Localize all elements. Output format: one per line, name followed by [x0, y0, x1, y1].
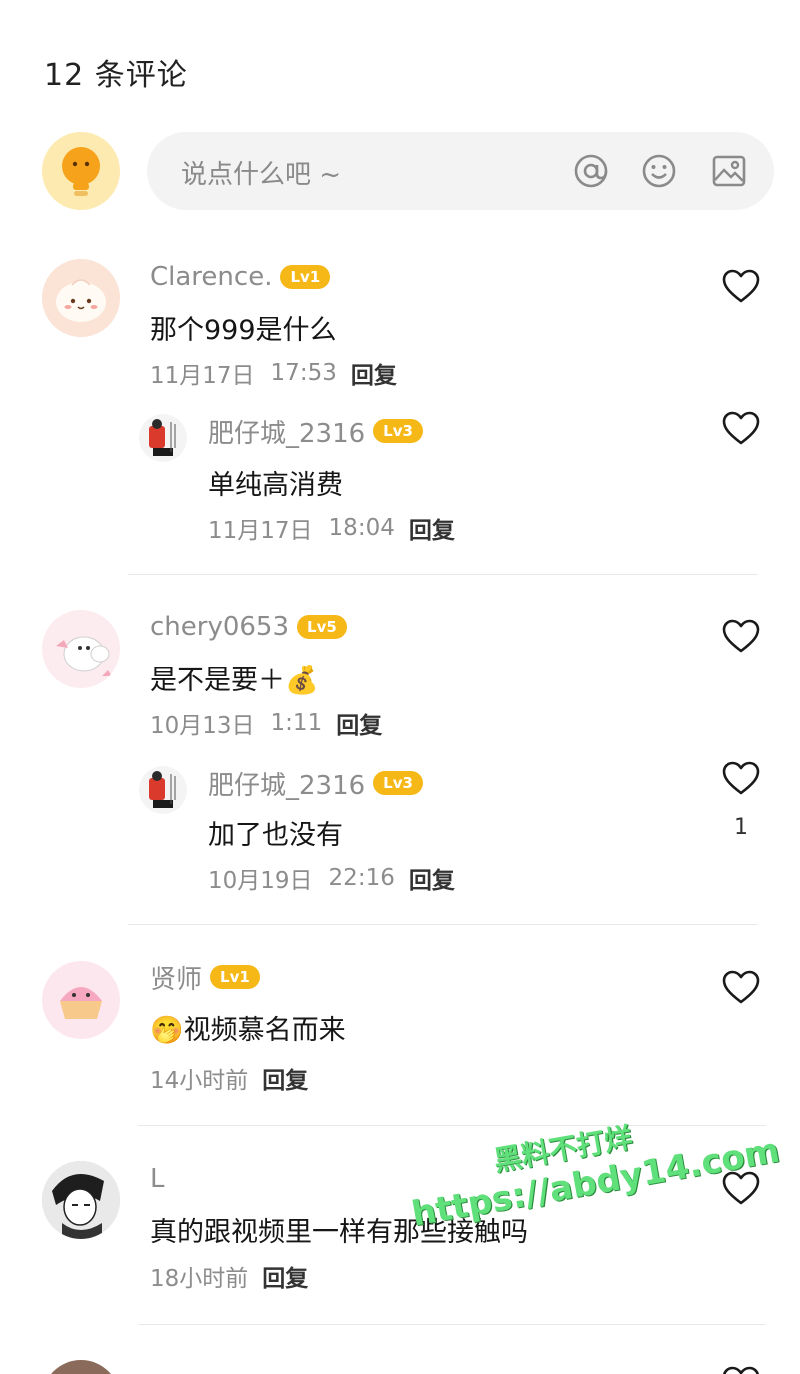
level-badge: Lv3 [373, 771, 423, 795]
comment-input[interactable]: 说点什么吧 ~ [147, 132, 774, 210]
username[interactable]: 贤师 [150, 959, 202, 996]
level-badge: Lv3 [373, 419, 423, 443]
manga-avatar-icon [42, 1161, 120, 1239]
cupcake-avatar-icon [60, 987, 102, 1019]
avatar[interactable] [42, 1360, 120, 1374]
divider [138, 1125, 766, 1126]
comment-time: 17:53 [270, 360, 337, 386]
reply-avatar[interactable] [139, 766, 187, 814]
heart-icon[interactable] [721, 759, 761, 799]
comment-text: 那个999是什么 [150, 315, 337, 346]
comment-time: 1:11 [270, 710, 323, 736]
reply-button[interactable]: 回复 [262, 1259, 308, 1293]
moomin-avatar-icon [56, 636, 112, 676]
avatar[interactable] [42, 961, 120, 1039]
level-badge: Lv5 [297, 615, 347, 639]
red-figure-avatar-icon [139, 414, 187, 462]
emoji-icon[interactable] [639, 151, 679, 191]
comment-date: 18小时前 [150, 1266, 249, 1292]
reply-button[interactable]: 回复 [409, 861, 455, 895]
reply-date: 10月19日 [208, 868, 313, 894]
username[interactable]: 肥仔城_2316 [208, 765, 365, 802]
divider [138, 1324, 766, 1325]
username[interactable]: Clarence. [150, 262, 272, 292]
comment-text: 真的跟视频里一样有那些接触吗 [150, 1217, 528, 1248]
heart-icon[interactable] [721, 617, 761, 657]
steamed-bun-avatar-icon [56, 279, 106, 322]
reply-date: 11月17日 [208, 518, 313, 544]
reply-time: 22:16 [328, 865, 395, 891]
heart-icon[interactable] [721, 1364, 761, 1374]
bulb-avatar-icon [62, 147, 100, 196]
heart-icon[interactable] [721, 409, 761, 449]
reply-button[interactable]: 回复 [336, 706, 382, 740]
image-icon[interactable] [709, 151, 749, 191]
self-avatar[interactable] [42, 132, 120, 210]
reply-button[interactable]: 回复 [351, 356, 397, 390]
heart-icon[interactable] [721, 968, 761, 1008]
divider [128, 924, 758, 925]
level-badge: Lv1 [280, 265, 331, 289]
comment-composer: 说点什么吧 ~ [42, 132, 774, 210]
reply-button[interactable]: 回复 [262, 1061, 308, 1095]
comment-date: 11月17日 [150, 363, 255, 389]
like-count: 1 [734, 815, 748, 840]
avatar[interactable] [42, 259, 120, 337]
comment-text: 是不是要＋💰 [150, 665, 319, 696]
reply-time: 18:04 [328, 515, 395, 541]
avatar[interactable] [42, 1161, 120, 1239]
reply-avatar[interactable] [139, 414, 187, 462]
username[interactable]: L [150, 1164, 165, 1194]
heart-icon[interactable] [721, 267, 761, 307]
level-badge: Lv1 [210, 965, 260, 989]
username[interactable]: 肥仔城_2316 [208, 413, 365, 450]
divider [128, 574, 758, 575]
comment-date: 10月13日 [150, 713, 255, 739]
username[interactable]: chery0653 [150, 612, 289, 642]
reply-text: 加了也没有 [208, 820, 343, 851]
at-icon[interactable] [571, 151, 611, 191]
comment-date: 14小时前 [150, 1068, 249, 1094]
heart-icon[interactable] [721, 1169, 761, 1209]
red-figure-avatar-icon [139, 766, 187, 814]
reply-text: 单纯高消费 [208, 470, 343, 501]
comment-input-placeholder: 说点什么吧 ~ [181, 160, 342, 190]
avatar[interactable] [42, 610, 120, 688]
comment-count-title: 12 条评论 [44, 58, 188, 93]
comment-text: 🤭视频慕名而来 [150, 1015, 346, 1046]
reply-button[interactable]: 回复 [409, 511, 455, 545]
